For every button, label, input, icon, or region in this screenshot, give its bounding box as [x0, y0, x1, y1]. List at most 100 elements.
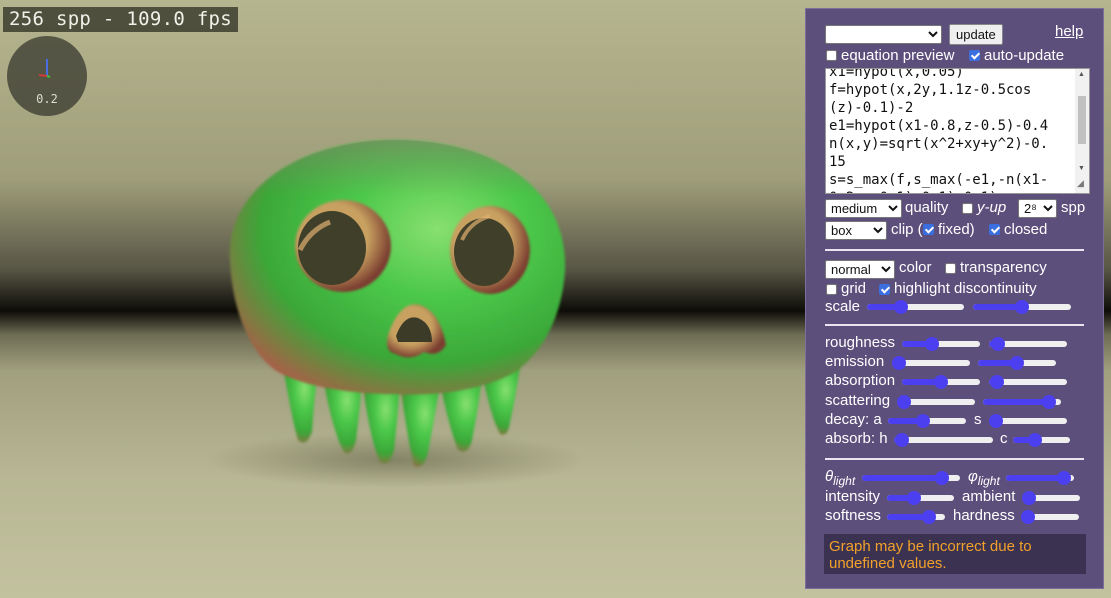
decay-s-label: s [974, 411, 982, 428]
ambient-slider[interactable] [1022, 491, 1080, 505]
roughness-slider-1[interactable] [902, 337, 980, 351]
auto-update-label: auto-update [984, 47, 1065, 64]
code-line[interactable]: 15 [829, 153, 1073, 171]
absorption-label: absorption [825, 372, 896, 389]
clip-fixed-label: fixed) [938, 221, 975, 238]
auto-update-checkbox[interactable] [969, 50, 980, 61]
slider-thumb[interactable] [1021, 510, 1035, 524]
quality-select[interactable]: medium [825, 199, 902, 218]
skull-eye-left [295, 200, 391, 292]
slider-thumb[interactable] [1042, 395, 1057, 409]
slider-thumb[interactable] [934, 375, 948, 389]
code-line[interactable]: s=s_max(f,s_max(-e1,-n(x1- [829, 171, 1073, 189]
scale-label: scale [825, 298, 861, 315]
absorption-slider-2[interactable] [989, 375, 1067, 389]
clip-closed-label: closed [1004, 221, 1048, 238]
roughness-slider-2[interactable] [989, 337, 1067, 351]
slider-thumb[interactable] [916, 414, 931, 428]
equation-code[interactable]: x1=hypot(x,0.05) f=hypot(x,2y,1.1z-0.5cos… [829, 69, 1073, 193]
transparency-label: transparency [960, 259, 1047, 276]
slider-thumb[interactable] [897, 395, 911, 409]
phi-light-label: φlight [968, 468, 1000, 488]
highlight-discontinuity-checkbox[interactable] [879, 284, 890, 295]
divider [825, 324, 1084, 326]
slider-fill [983, 399, 1050, 405]
code-line[interactable]: x1=hypot(x,0.05) [829, 69, 1073, 81]
emission-label: emission [825, 353, 885, 370]
slider-fill [1006, 475, 1064, 481]
decay-a-slider[interactable] [888, 414, 966, 428]
slider-thumb[interactable] [1056, 471, 1071, 485]
scroll-down-icon[interactable]: ▼ [1078, 165, 1085, 172]
grid-checkbox[interactable] [826, 284, 837, 295]
slider-thumb[interactable] [921, 510, 936, 524]
clip-select[interactable]: box [825, 221, 887, 240]
equation-editor[interactable]: x1=hypot(x,0.05) f=hypot(x,2y,1.1z-0.5cos… [825, 68, 1090, 194]
y-up-checkbox[interactable] [962, 203, 973, 214]
absorb-h-slider[interactable] [894, 433, 993, 447]
slider-thumb[interactable] [924, 337, 939, 351]
color-select[interactable]: normal [825, 260, 895, 279]
hardness-slider[interactable] [1021, 510, 1079, 524]
slider-thumb[interactable] [1010, 356, 1024, 370]
equation-preview-checkbox[interactable] [826, 50, 837, 61]
code-line[interactable]: 0.2,z+0.1),0.1),0.1) [829, 189, 1073, 193]
theta-light-label: θlight [825, 468, 856, 488]
code-line[interactable]: f=hypot(x,2y,1.1z-0.5cos [829, 81, 1073, 99]
slider-fill [862, 475, 943, 481]
slider-thumb[interactable] [935, 471, 950, 485]
theta-light-slider[interactable] [862, 471, 960, 485]
scale-slider-1[interactable] [867, 300, 964, 314]
scroll-up-icon[interactable]: ▲ [1078, 71, 1085, 78]
y-up-label: y-up [977, 199, 1007, 216]
slider-thumb[interactable] [1015, 300, 1029, 314]
roughness-label: roughness [825, 334, 896, 351]
absorb-h-label: absorb: h [825, 430, 888, 447]
stats-readout: 256 spp - 109.0 fps [3, 7, 239, 32]
slider-thumb[interactable] [1022, 491, 1036, 505]
slider-thumb[interactable] [893, 300, 908, 314]
slider-thumb[interactable] [1027, 433, 1042, 447]
decay-s-slider[interactable] [989, 414, 1067, 428]
clip-fixed-checkbox[interactable] [923, 224, 934, 235]
editor-scrollbar[interactable]: ▲ ▼ ◢ [1075, 69, 1089, 193]
softness-slider[interactable] [887, 510, 945, 524]
quality-label: quality [905, 199, 949, 216]
code-line[interactable]: (z)-0.1)-2 [829, 99, 1073, 117]
highlight-discontinuity-label: highlight discontinuity [894, 280, 1037, 297]
function-select[interactable] [825, 25, 942, 44]
slider-thumb[interactable] [906, 491, 921, 505]
ambient-label: ambient [962, 488, 1016, 505]
slider-thumb[interactable] [989, 414, 1003, 428]
transparency-checkbox[interactable] [945, 263, 956, 274]
intensity-slider[interactable] [887, 491, 954, 505]
emission-slider-1[interactable] [892, 356, 970, 370]
hardness-label: hardness [953, 507, 1015, 524]
clip-label: clip ( [891, 221, 923, 238]
slider-thumb[interactable] [892, 356, 906, 370]
spp-select[interactable]: 2⁸ [1018, 199, 1057, 218]
phi-light-slider[interactable] [1006, 471, 1074, 485]
warning-message: Graph may be incorrect due to undefined … [824, 534, 1086, 574]
code-line[interactable]: n(x,y)=sqrt(x^2+xy+y^2)-0. [829, 135, 1073, 153]
scattering-label: scattering [825, 392, 891, 409]
slider-thumb[interactable] [989, 375, 1004, 389]
equation-preview-label: equation preview [841, 47, 955, 64]
absorb-c-label: c [1000, 430, 1008, 447]
scale-slider-2[interactable] [973, 300, 1071, 314]
editor-scroll-thumb[interactable] [1078, 96, 1086, 144]
absorb-c-slider[interactable] [1013, 433, 1070, 447]
axes-gizmo[interactable]: 0.2 [7, 36, 87, 116]
grid-label: grid [841, 280, 867, 297]
scattering-slider-1[interactable] [897, 395, 975, 409]
emission-slider-2[interactable] [978, 356, 1056, 370]
code-line[interactable]: e1=hypot(x1-0.8,z-0.5)-0.4 [829, 117, 1073, 135]
slider-thumb[interactable] [991, 337, 1006, 351]
help-link[interactable]: help [1055, 23, 1083, 40]
resize-grip-icon[interactable]: ◢ [1077, 178, 1084, 189]
update-button[interactable]: update [949, 24, 1003, 45]
clip-closed-checkbox[interactable] [989, 224, 1000, 235]
scattering-slider-2[interactable] [983, 395, 1061, 409]
slider-thumb[interactable] [894, 433, 909, 447]
absorption-slider-1[interactable] [902, 375, 980, 389]
